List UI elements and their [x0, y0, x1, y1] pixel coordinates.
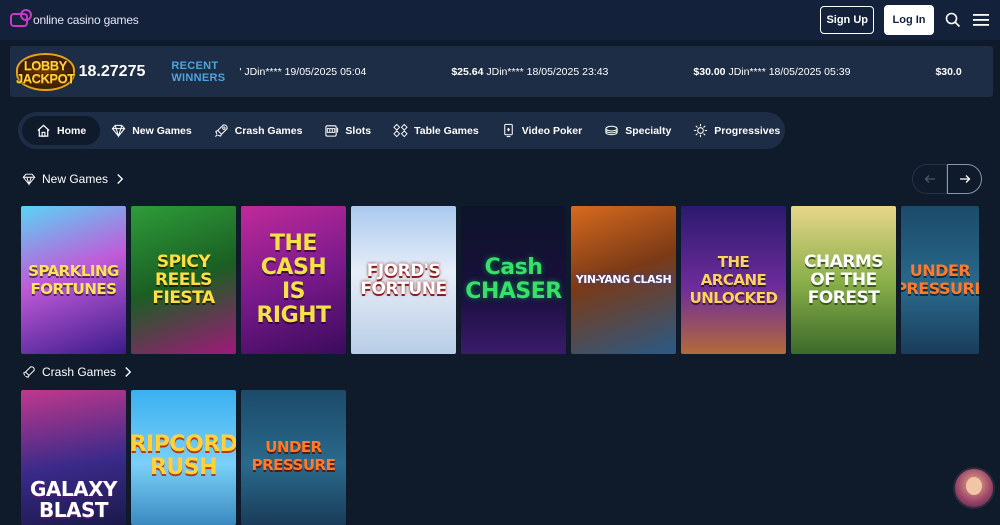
- slot-machine-icon: [325, 125, 339, 137]
- game-title: FJORD'S FORTUNE: [360, 261, 447, 299]
- game-tile-the-arcane-unlocked[interactable]: THE ARCANE UNLOCKED: [681, 206, 786, 354]
- game-tile-ripcord-rush[interactable]: RIPCORD RUSH: [131, 390, 236, 525]
- diamond-icon: [22, 173, 36, 186]
- arrow-right-icon: [959, 175, 970, 183]
- tab-label: Table Games: [414, 124, 479, 137]
- game-tile-sparkling-fortunes[interactable]: SPARKLING FORTUNES: [21, 206, 126, 354]
- rocket-icon: [214, 124, 228, 137]
- game-title: UNDER PRESSURE: [901, 261, 979, 298]
- game-tile-fjords-fortune[interactable]: FJORD'S FORTUNE: [351, 206, 456, 354]
- tab-label: Home: [57, 124, 87, 137]
- winners-ticker: ' JDin**** 19/05/2025 05:04 $25.64 JDin*…: [239, 66, 993, 78]
- tab-specialty[interactable]: Specialty: [593, 116, 682, 145]
- game-title: THE ARCANE UNLOCKED: [689, 253, 778, 307]
- game-tile-galaxy-blast[interactable]: GALAXY BLAST: [21, 390, 126, 525]
- game-title: SPICY REELS FIESTA: [152, 252, 215, 308]
- home-icon: [37, 124, 50, 137]
- chevron-right-icon: [117, 174, 124, 184]
- tab-crash-games[interactable]: Crash Games: [203, 116, 314, 145]
- game-tile-charms-of-the-forest[interactable]: CHARMS OF THE FOREST: [791, 206, 896, 354]
- hamburger-menu-icon[interactable]: [972, 11, 990, 29]
- tab-home[interactable]: Home: [22, 116, 101, 145]
- tab-video-poker[interactable]: Video Poker: [490, 116, 594, 145]
- winner-entry: $25.64 JDin**** 18/05/2025 23:43: [451, 65, 609, 78]
- logo-icon: [10, 9, 32, 27]
- diamond-icon: [111, 124, 126, 138]
- poker-icon: [503, 123, 513, 138]
- tab-label: New Games: [132, 124, 192, 137]
- game-tile-yin-yang-clash[interactable]: YIN-YANG CLASH: [571, 206, 676, 354]
- game-title: YIN-YANG CLASH: [575, 273, 672, 286]
- section-title-text: Crash Games: [42, 365, 117, 379]
- winner-entry: ' JDin**** 19/05/2025 05:04: [239, 65, 367, 78]
- sign-up-button[interactable]: Sign Up: [820, 6, 874, 34]
- category-nav: Home New Games Crash Games Slots Table G…: [18, 112, 785, 149]
- chevron-right-icon: [125, 367, 132, 377]
- game-tile-under-pressure[interactable]: UNDER PRESSURE: [901, 206, 979, 354]
- crash-games-heading[interactable]: Crash Games: [22, 365, 134, 379]
- tab-label: Progressives: [714, 124, 781, 137]
- game-tile-under-pressure[interactable]: UNDER PRESSURE: [241, 390, 346, 525]
- game-title: Cash CHASER: [465, 255, 562, 304]
- tab-label: Slots: [345, 124, 372, 137]
- chips-icon: [605, 125, 618, 136]
- section-title-text: New Games: [42, 172, 109, 186]
- jackpot-badge-line2: JACKPOT: [16, 70, 75, 86]
- logo-text: online casino games: [33, 13, 139, 27]
- game-title: SPARKLING FORTUNES: [28, 262, 119, 298]
- jackpot-amount: 18.27275: [78, 62, 146, 80]
- winner-entry: $30.00 JDin**** 18/05/2025 05:39: [693, 65, 851, 78]
- arrow-left-icon: [924, 175, 935, 183]
- lobby-jackpot-logo: LOBBY JACKPOT: [16, 52, 75, 91]
- game-title: THE CASH IS RIGHT: [256, 231, 331, 328]
- winner-entry: $30.0: [935, 65, 962, 78]
- search-icon[interactable]: [944, 11, 962, 29]
- top-header: online casino games Sign Up Log In: [0, 0, 1000, 40]
- new-games-pager: [912, 164, 982, 194]
- prev-page-button[interactable]: [912, 164, 947, 194]
- tab-slots[interactable]: Slots: [313, 116, 382, 145]
- rocket-icon: [23, 366, 35, 378]
- support-chat-avatar[interactable]: [953, 467, 995, 509]
- sparkle-icon: [694, 123, 708, 138]
- tab-label: Specialty: [625, 124, 672, 137]
- game-title: GALAXY BLAST: [29, 477, 118, 522]
- new-games-row: SPARKLING FORTUNES SPICY REELS FIESTA TH…: [21, 206, 981, 354]
- game-tile-spicy-reels-fiesta[interactable]: SPICY REELS FIESTA: [131, 206, 236, 354]
- recent-winners-label: RECENT WINNERS: [171, 59, 226, 84]
- jackpot-badge-line1: LOBBY: [23, 57, 68, 73]
- tab-progressives[interactable]: Progressives: [682, 116, 791, 145]
- game-title: RIPCORD RUSH: [131, 431, 236, 480]
- next-page-button[interactable]: [947, 164, 982, 194]
- tab-new-games[interactable]: New Games: [100, 116, 203, 145]
- tab-label: Video Poker: [521, 124, 583, 137]
- cards-icon: [393, 123, 408, 138]
- game-tile-cash-chaser[interactable]: Cash CHASER: [461, 206, 566, 354]
- jackpot-bar: LOBBY JACKPOT 18.27275 RECENT WINNERS ' …: [10, 46, 993, 97]
- tab-table-games[interactable]: Table Games: [382, 116, 490, 145]
- tab-label: Crash Games: [234, 124, 303, 137]
- log-in-button[interactable]: Log In: [884, 5, 934, 35]
- site-logo[interactable]: online casino games: [10, 9, 139, 27]
- game-title: CHARMS OF THE FOREST: [803, 252, 884, 308]
- game-title: UNDER PRESSURE: [251, 437, 336, 474]
- game-tile-the-cash-is-right[interactable]: THE CASH IS RIGHT: [241, 206, 346, 354]
- new-games-heading[interactable]: New Games: [22, 172, 126, 186]
- crash-games-row: GALAXY BLAST RIPCORD RUSH UNDER PRESSURE: [21, 390, 346, 525]
